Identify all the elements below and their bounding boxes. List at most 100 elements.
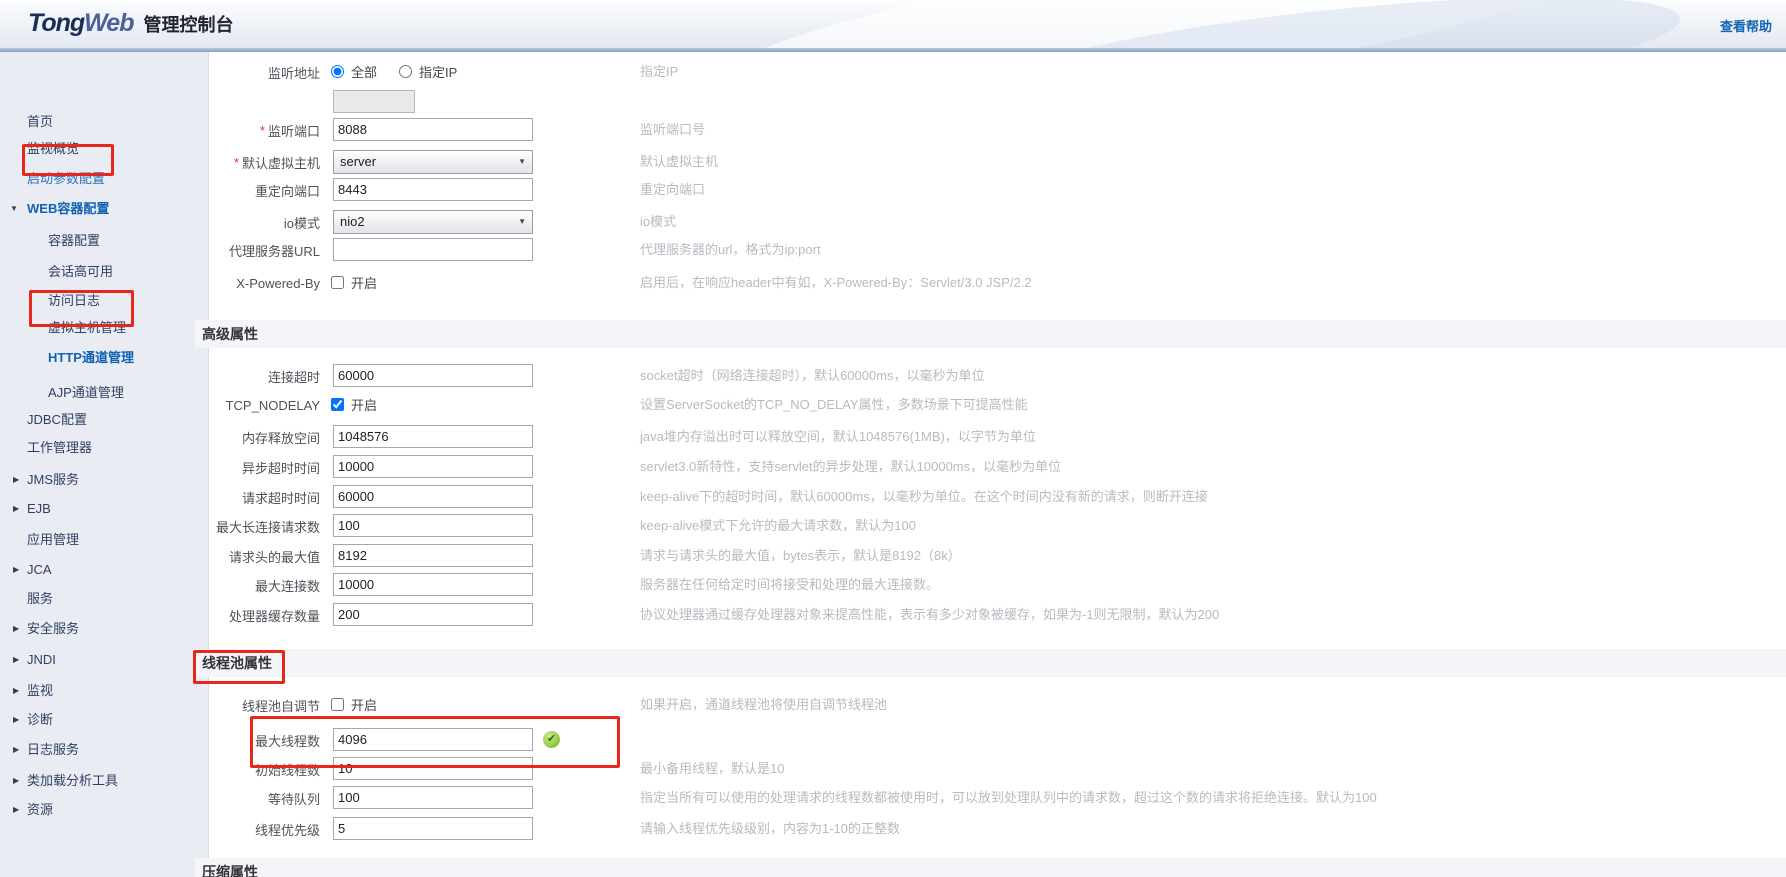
wait-queue-hint: 指定当所有可以使用的处理请求的线程数都被使用时，可以放到处理队列中的请求数，超过… [640,790,1377,805]
listen-address-ip-radio[interactable] [399,65,413,78]
max-threads-input[interactable] [333,728,533,751]
init-threads-hint: 最小备用线程，默认是10 [640,761,785,776]
init-threads-row: 初始线程数 最小备用线程，默认是10 [0,757,1786,781]
listen-port-hint: 监听端口号 [640,122,706,137]
x-powered-by-toggle-label: 开启 [351,276,378,291]
x-powered-by-label: X-Powered-By [236,275,320,291]
threadpool-section-header: 线程池属性 [195,649,1786,677]
view-help-link[interactable]: 查看帮助 [1720,16,1772,35]
listen-port-input[interactable] [333,118,533,141]
processor-cache-row: 处理器缓存数量 协议处理器通过缓存处理器对象来提高性能，表示有多少对象被缓存，如… [0,603,1786,627]
tcp-nodelay-toggle-label: 开启 [351,398,378,413]
request-timeout-row: 请求超时时间 keep-alive下的超时时间，默认60000ms，以毫秒为单位… [0,485,1786,509]
init-threads-label: 初始线程数 [254,762,320,778]
max-header-row: 请求头的最大值 请求与请求头的最大值，bytes表示，默认是8192（8k） [0,544,1786,568]
async-timeout-input[interactable] [333,455,533,478]
max-connections-row: 最大连接数 服务器在任何给定时间将接受和处理的最大连接数。 [0,573,1786,597]
specified-ip-input[interactable] [333,90,415,113]
max-threads-label: 最大线程数 [254,733,320,749]
max-header-input[interactable] [333,544,533,567]
pool-auto-adjust-hint: 如果开启，通道线程池将使用自调节线程池 [640,697,888,712]
io-mode-value: nio2 [340,214,365,229]
processor-cache-label: 处理器缓存数量 [228,608,320,624]
proxy-url-label: 代理服务器URL [228,243,320,259]
chevron-down-icon: ▼ [518,157,526,166]
listen-port-label: * 监听端口 [259,122,320,139]
proxy-url-input[interactable] [333,238,533,261]
proxy-url-hint: 代理服务器的url，格式为ip:port [640,242,821,257]
default-vhost-select[interactable]: server ▼ [333,150,533,174]
max-keepalive-label: 最大长连接请求数 [215,519,320,535]
default-vhost-row: * 默认虚拟主机 server ▼ 默认虚拟主机 [0,150,1786,174]
proxy-url-row: 代理服务器URL 代理服务器的url，格式为ip:port [0,238,1786,262]
io-mode-hint: io模式 [640,214,677,229]
thread-priority-row: 线程优先级 请输入线程优先级级别，内容为1-10的正整数 [0,817,1786,841]
mem-release-input[interactable] [333,425,533,448]
bottom-section-header: 压缩属性 [195,858,1786,877]
request-timeout-label: 请求超时时间 [241,490,320,506]
x-powered-by-checkbox[interactable] [331,276,344,289]
mem-release-row: 内存释放空间 java堆内存溢出时可以释放空间，默认1048576(1MB)，以… [0,425,1786,449]
tcp-nodelay-checkbox[interactable] [331,398,344,411]
wait-queue-row: 等待队列 指定当所有可以使用的处理请求的线程数都被使用时，可以放到处理队列中的请… [0,786,1786,810]
required-asterisk: * [259,122,265,138]
listen-address-radios: 全部 指定IP [331,60,457,83]
redirect-port-input[interactable] [333,178,533,201]
conn-timeout-hint: socket超时（网络连接超时），默认60000ms，以毫秒为单位 [640,368,985,383]
brand-logo-tong: Tong [28,9,85,37]
header-divider [0,48,1786,52]
listen-address-hint: 指定IP [640,64,679,79]
mem-release-label: 内存释放空间 [241,430,320,446]
pool-auto-adjust-toggle: 开启 [331,693,377,716]
io-mode-row: io模式 nio2 ▼ io模式 [0,210,1786,234]
default-vhost-label: * 默认虚拟主机 [233,154,320,171]
max-threads-row: 最大线程数 ✔ [0,728,1786,752]
max-connections-input[interactable] [333,573,533,596]
listen-address-all-label: 全部 [351,65,378,80]
default-vhost-hint: 默认虚拟主机 [640,154,719,169]
listen-port-row: *监听端口 监听端口号 [0,118,1786,142]
request-timeout-hint: keep-alive下的超时时间，默认60000ms，以毫秒为单位。在这个时间内… [640,489,1208,504]
conn-timeout-input[interactable] [333,364,533,387]
tongweb-console-page: TongWeb 管理控制台 查看帮助 首页 监视概览 启动参数配置 ▼ WEB容器配… [0,0,1786,877]
x-powered-by-toggle: 开启 [331,271,377,294]
processor-cache-input[interactable] [333,603,533,626]
wait-queue-label: 等待队列 [267,791,320,807]
chevron-right-icon: ▶ [13,655,20,664]
io-mode-select[interactable]: nio2 ▼ [333,210,533,234]
listen-address-label: 监听地址 [267,65,320,81]
max-header-hint: 请求与请求头的最大值，bytes表示，默认是8192（8k） [640,548,961,563]
listen-address-all-radio[interactable] [331,65,344,78]
max-keepalive-hint: keep-alive模式下允许的最大请求数，默认为100 [640,518,916,533]
async-timeout-label: 异步超时时间 [241,460,320,476]
default-vhost-value: server [340,154,377,169]
init-threads-input[interactable] [333,757,533,780]
pool-auto-adjust-row: 线程池自调节 开启 如果开启，通道线程池将使用自调节线程池 [0,693,1786,717]
pool-auto-adjust-toggle-label: 开启 [351,698,378,713]
x-powered-by-hint: 启用后，在响应header中有如，X-Powered-By：Servlet/3.… [640,275,1032,290]
tcp-nodelay-toggle: 开启 [331,393,377,416]
thread-priority-input[interactable] [333,817,533,840]
redirect-port-row: 重定向端口 重定向端口 [0,178,1786,202]
thread-priority-label: 线程优先级 [254,822,320,838]
thread-priority-hint: 请输入线程优先级级别，内容为1-10的正整数 [640,821,901,836]
pool-auto-adjust-label: 线程池自调节 [241,698,320,714]
max-keepalive-input[interactable] [333,514,533,537]
max-keepalive-row: 最大长连接请求数 keep-alive模式下允许的最大请求数，默认为100 [0,514,1786,538]
processor-cache-hint: 协议处理器通过缓存处理器对象来提高性能，表示有多少对象被缓存，如果为-1则无限制… [640,607,1220,622]
conn-timeout-label: 连接超时 [267,369,320,385]
pool-auto-adjust-checkbox[interactable] [331,698,344,711]
tcp-nodelay-label: TCP_NODELAY [225,397,320,413]
tcp-nodelay-row: TCP_NODELAY 开启 设置ServerSocket的TCP_NO_DEL… [0,393,1786,417]
threadpool-section-title: 线程池属性 [202,655,272,671]
tcp-nodelay-hint: 设置ServerSocket的TCP_NO_DELAY属性，多数场景下可提高性能 [640,397,1028,412]
redirect-port-hint: 重定向端口 [640,182,706,197]
sidebar-item-vhost-management[interactable]: 虚拟主机管理 [0,318,208,338]
sidebar-item-jndi[interactable]: ▶ JNDI [0,650,208,670]
required-asterisk: * [233,154,239,170]
request-timeout-input[interactable] [333,485,533,508]
header-bar: TongWeb 管理控制台 查看帮助 [0,0,1786,48]
chevron-down-icon: ▼ [518,217,526,226]
wait-queue-input[interactable] [333,786,533,809]
specified-ip-row [0,90,1786,114]
